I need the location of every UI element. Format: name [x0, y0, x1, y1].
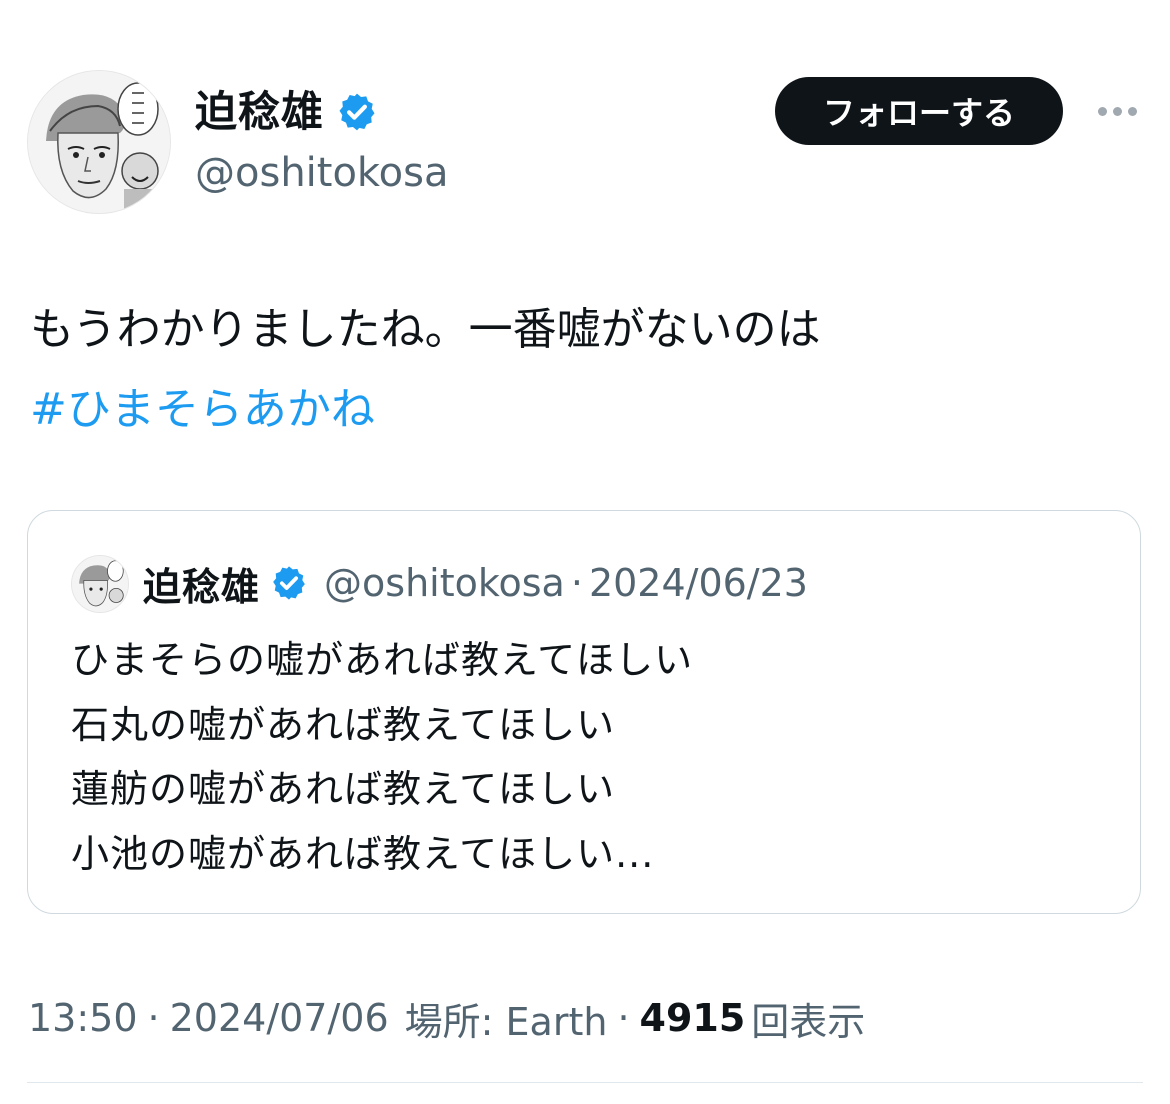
- quoted-header: 迫稔雄 @oshitokosa · 2024/06/23: [143, 555, 808, 611]
- manga-portrait-avatar-icon: [28, 71, 170, 213]
- views-count: 4915: [639, 996, 746, 1040]
- tweet-time[interactable]: 13:50: [28, 996, 138, 1040]
- manga-portrait-avatar-icon: [72, 556, 128, 612]
- separator-dot: ·: [617, 996, 630, 1040]
- divider: [27, 1082, 1143, 1083]
- author-handle[interactable]: @oshitokosa: [195, 146, 449, 200]
- hashtag-link[interactable]: #ひまそらあかね: [30, 370, 821, 450]
- tweet-location: 場所: Earth: [404, 999, 608, 1044]
- verified-badge-icon: [336, 91, 378, 133]
- tweet-meta: 13:50 · 2024/07/06 場所: Earth · 4915 回表示: [28, 990, 865, 1046]
- quoted-text: ひまそらの嘘があれば教えてほしい 石丸の嘘があれば教えてほしい 蓮舫の嘘があれば…: [71, 628, 693, 886]
- quoted-text-line: 石丸の嘘があれば教えてほしい: [71, 702, 616, 747]
- author-display-name[interactable]: 迫稔雄: [195, 84, 324, 140]
- quoted-text-line: ひまそらの嘘があれば教えてほしい: [71, 638, 694, 682]
- quoted-avatar: [71, 555, 129, 613]
- quoted-handle: @oshitokosa: [324, 561, 565, 605]
- tweet-text: もうわかりましたね。一番嘘がないのは #ひまそらあかね: [30, 290, 821, 450]
- separator-dot: ·: [570, 561, 583, 605]
- follow-button[interactable]: フォローする: [775, 77, 1063, 145]
- views-label: 回表示: [751, 999, 866, 1044]
- more-options-button[interactable]: [1090, 92, 1144, 130]
- separator-dot: ·: [147, 996, 160, 1040]
- quoted-display-name: 迫稔雄: [143, 564, 261, 609]
- tweet-date[interactable]: 2024/07/06: [170, 996, 389, 1040]
- quoted-text-line: 小池の嘘があれば教えてほしい...: [71, 831, 655, 876]
- tweet-text-line: もうわかりましたね。一番嘘がないのは: [30, 304, 821, 355]
- avatar[interactable]: [27, 70, 171, 214]
- quoted-date: 2024/06/23: [588, 561, 808, 605]
- author-name-row[interactable]: 迫稔雄: [195, 84, 378, 140]
- more-dots-icon: [1097, 106, 1137, 116]
- verified-badge-icon: [270, 564, 308, 602]
- quoted-text-line: 蓮舫の嘘があれば教えてほしい: [71, 767, 616, 811]
